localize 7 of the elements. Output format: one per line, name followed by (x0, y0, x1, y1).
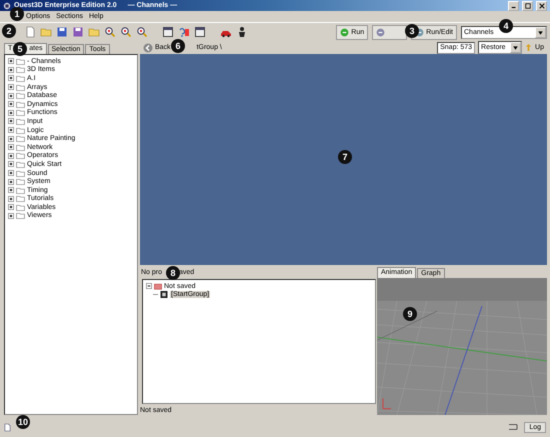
callout-tooltip: 8 (166, 266, 180, 280)
callout-tooltip: 10 (16, 415, 30, 429)
callout-tooltip: 3 (405, 24, 419, 38)
callout-tooltip: 2 (2, 24, 16, 38)
callout-tooltip: 6 (171, 39, 185, 53)
callout-tooltip: 4 (499, 19, 513, 33)
callout-tooltip: 1 (10, 7, 24, 21)
